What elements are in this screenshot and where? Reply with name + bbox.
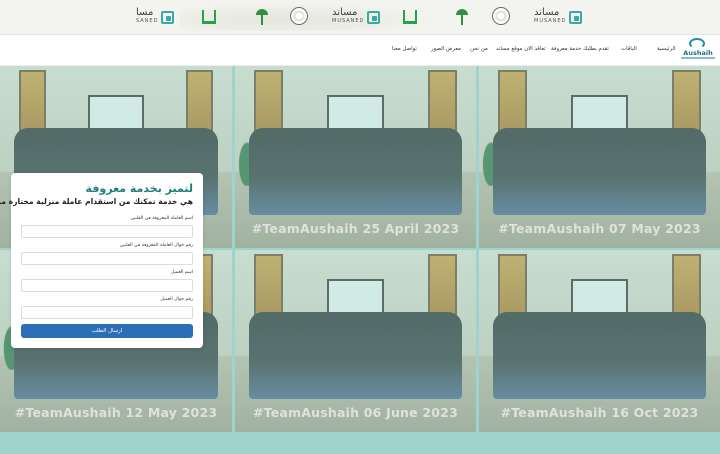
absher-icon [202, 10, 216, 24]
gallery-photo[interactable]: #TeamAushaih 07 May 2023 [479, 66, 720, 248]
worker-phone-label: رقم جوال العاملة المعروفة في الفلبين [119, 243, 193, 248]
photo-caption: #TeamAushaih 06 June 2023 [253, 405, 458, 420]
photo-caption: #TeamAushaih 25 April 2023 [251, 221, 460, 236]
musaned-logo: مساند MUSANED [332, 8, 381, 26]
brand-tagline-bar [681, 57, 715, 59]
saudi-emblem-logo [456, 9, 468, 25]
main-navigation: Aushaih الرئيسية الباقات تقدم بطلبك خدمة… [0, 35, 720, 66]
ministry-seal-icon [290, 7, 308, 25]
ministry-seal-logo [290, 7, 308, 25]
absher-logo [202, 10, 216, 24]
musaned-mark-icon [161, 10, 175, 24]
client-name-label: اسم العميل [170, 270, 193, 275]
known-service-request-form: لتميز بخدمة معروفة هي خدمة تمكنك من استق… [0, 173, 203, 348]
musaned-logo: مسا SANED [136, 8, 175, 26]
ministry-seal-icon [492, 7, 510, 25]
client-phone-label: رقم جوال العميل [160, 297, 193, 302]
nav-item-packages[interactable]: الباقات [621, 46, 637, 52]
form-title: لتميز بخدمة معروفة [85, 182, 193, 195]
worker-name-input[interactable] [21, 225, 193, 238]
saudi-emblem-logo [256, 9, 268, 25]
client-phone-input[interactable] [21, 306, 193, 319]
nav-item-home[interactable]: الرئيسية [657, 46, 676, 52]
absher-icon [403, 10, 417, 24]
client-name-input[interactable] [21, 279, 193, 292]
photo-caption: #TeamAushaih 12 May 2023 [14, 405, 218, 420]
ministry-seal-logo [492, 7, 510, 25]
musaned-mark-icon [569, 10, 583, 24]
nav-item-gallery[interactable]: معرض الصور [431, 46, 461, 52]
photo-caption: #TeamAushaih 16 Oct 2023 [500, 405, 699, 420]
gallery-photo[interactable]: #TeamAushaih 16 Oct 2023 [479, 250, 720, 432]
aushaih-brand-logo[interactable]: Aushaih [679, 38, 715, 64]
worker-name-label: اسم العاملة المعروفة في الفلبين [130, 216, 193, 221]
nav-item-musaned-contract[interactable]: تعاقد الان موقع مساند [496, 46, 546, 52]
musaned-mark-icon [367, 10, 381, 24]
photo-caption: #TeamAushaih 07 May 2023 [498, 221, 701, 236]
absher-logo [403, 10, 417, 24]
nav-item-contact[interactable]: تواصل معنا [392, 46, 417, 52]
submit-request-button[interactable]: ارسال الطلب [21, 324, 193, 338]
gallery-photo[interactable]: #TeamAushaih 06 June 2023 [235, 250, 476, 432]
brand-swirl-icon [689, 38, 705, 49]
nav-item-about[interactable]: من نحن [470, 46, 488, 52]
musaned-logo: مساند MUSANED [534, 8, 583, 26]
world-map-background [180, 3, 440, 31]
form-subtitle: هي خدمة تمكنك من استقدام عاملة منزلية مخ… [0, 197, 193, 206]
palm-emblem-icon [256, 9, 268, 25]
gallery-photo[interactable]: #TeamAushaih 25 April 2023 [235, 66, 476, 248]
partner-logos-banner: مساند MUSANED مساند MUSANED مسا SANED [0, 0, 720, 35]
worker-phone-input[interactable] [21, 252, 193, 265]
palm-emblem-icon [456, 9, 468, 25]
nav-item-known-service[interactable]: تقدم بطلبك خدمة معروفة [551, 46, 609, 52]
brand-name: Aushaih [683, 49, 713, 57]
